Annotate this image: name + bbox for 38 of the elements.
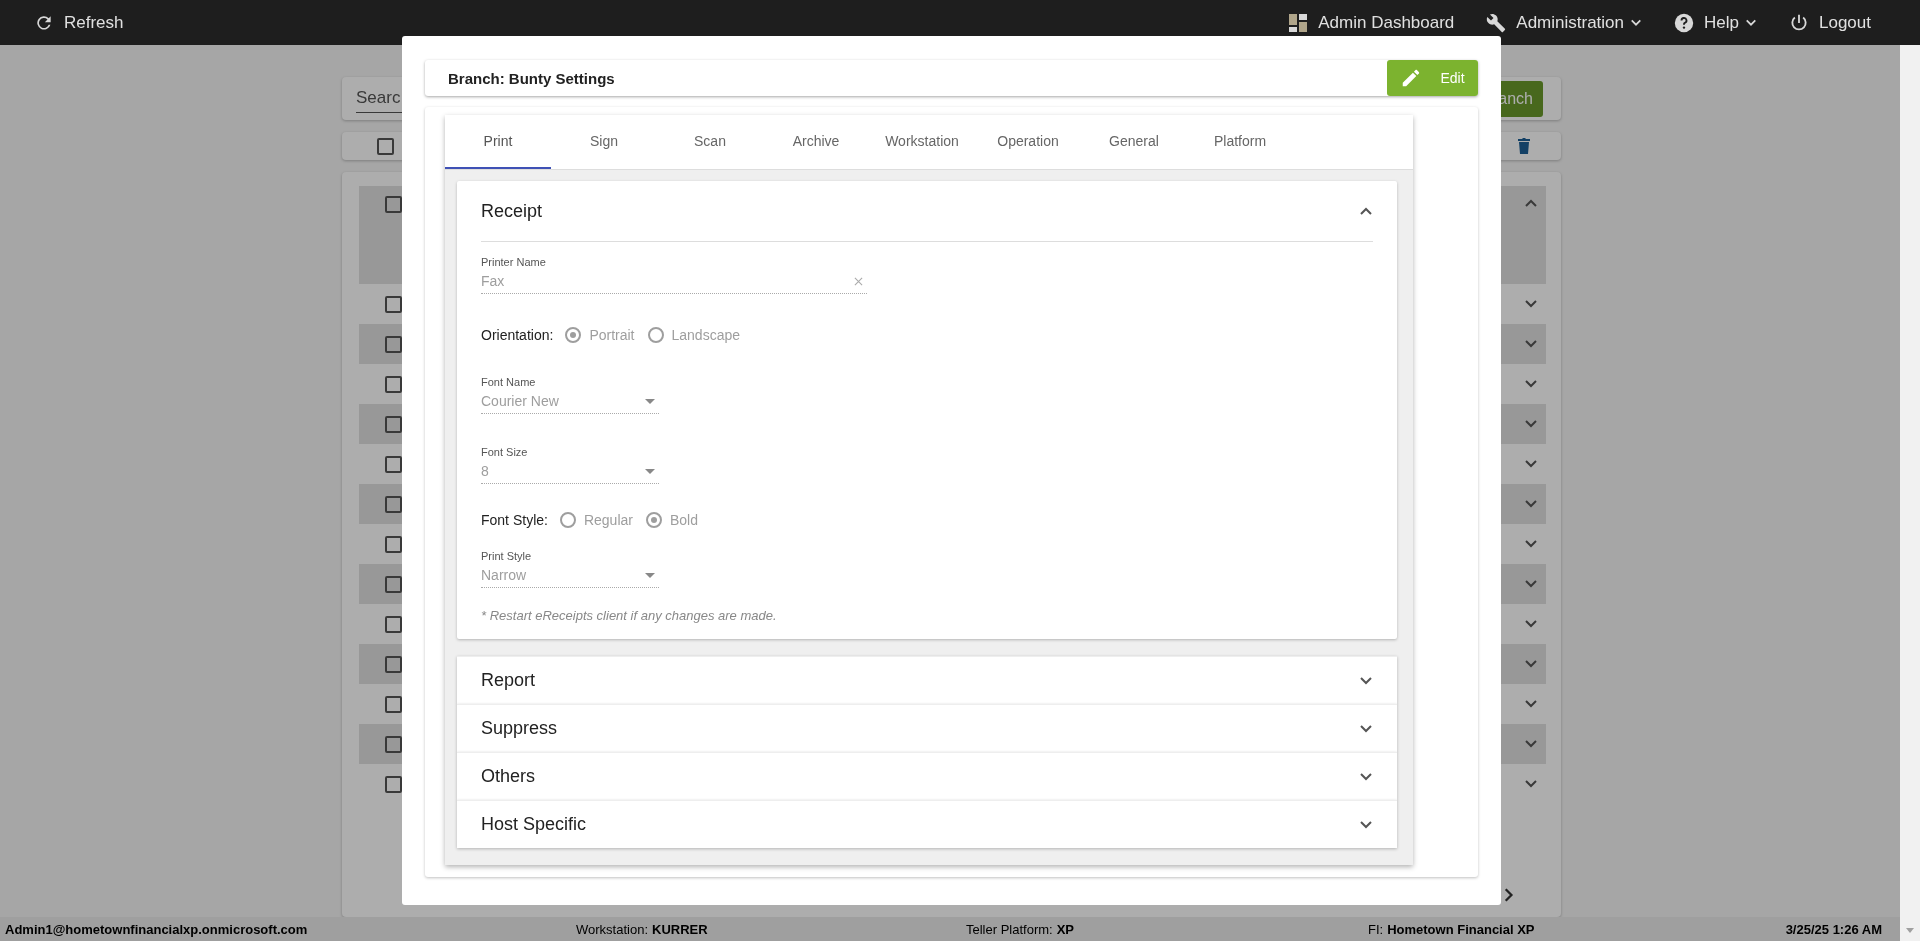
panel-header[interactable]: Suppress [457,704,1397,752]
status-value: XP [1056,921,1075,937]
dialog-title: Branch: Bunty Settings [448,69,615,87]
wrench-icon [1486,12,1507,33]
panel-header[interactable]: Others [457,752,1397,800]
status-label: Workstation: [576,921,648,937]
refresh-button[interactable]: Refresh [34,12,124,33]
dropdown-arrow-icon [645,468,655,474]
panel-header[interactable]: Host Specific [457,800,1397,848]
user-email: Admin1@hometownfinancialxp.onmicrosoft.com [5,921,309,937]
nav-menu-item[interactable]: Logout [1789,12,1871,33]
nav-menu-item[interactable]: Admin Dashboard [1288,12,1455,33]
dashboard-icon [1288,12,1309,33]
nav-menu-item[interactable]: Administration [1486,12,1643,33]
nav-menu-item[interactable]: Help [1674,12,1757,33]
dropdown-arrow-icon [645,572,655,578]
checkbox[interactable] [377,137,394,155]
date-time: 3/25/25 1:26 AM [1785,921,1882,937]
tab[interactable]: Archive [763,115,869,169]
tab[interactable]: Operation [975,115,1081,169]
status-label: FI: [1368,921,1384,937]
tab[interactable]: Scan [657,115,763,169]
tab[interactable]: Platform [1187,115,1293,169]
hint-text: * Restart eReceipts client if any changes are made. [481,608,778,623]
status-value: KURRER [652,921,708,937]
panel-header[interactable]: Report [457,656,1397,704]
tab[interactable]: Workstation [869,115,975,169]
power-icon [1789,12,1809,33]
scrollbar[interactable] [1900,45,1920,941]
status-value: Hometown Financial XP [1387,921,1535,937]
field-label: Orientation: [481,327,554,343]
field-label: Font Style: [481,512,548,528]
tab[interactable]: Sign [551,115,657,169]
help-icon [1674,12,1695,33]
status-label: Teller Platform: [966,921,1053,937]
trash-icon[interactable] [1517,137,1531,155]
tab[interactable]: General [1081,115,1187,169]
dropdown-arrow-icon [645,398,655,404]
